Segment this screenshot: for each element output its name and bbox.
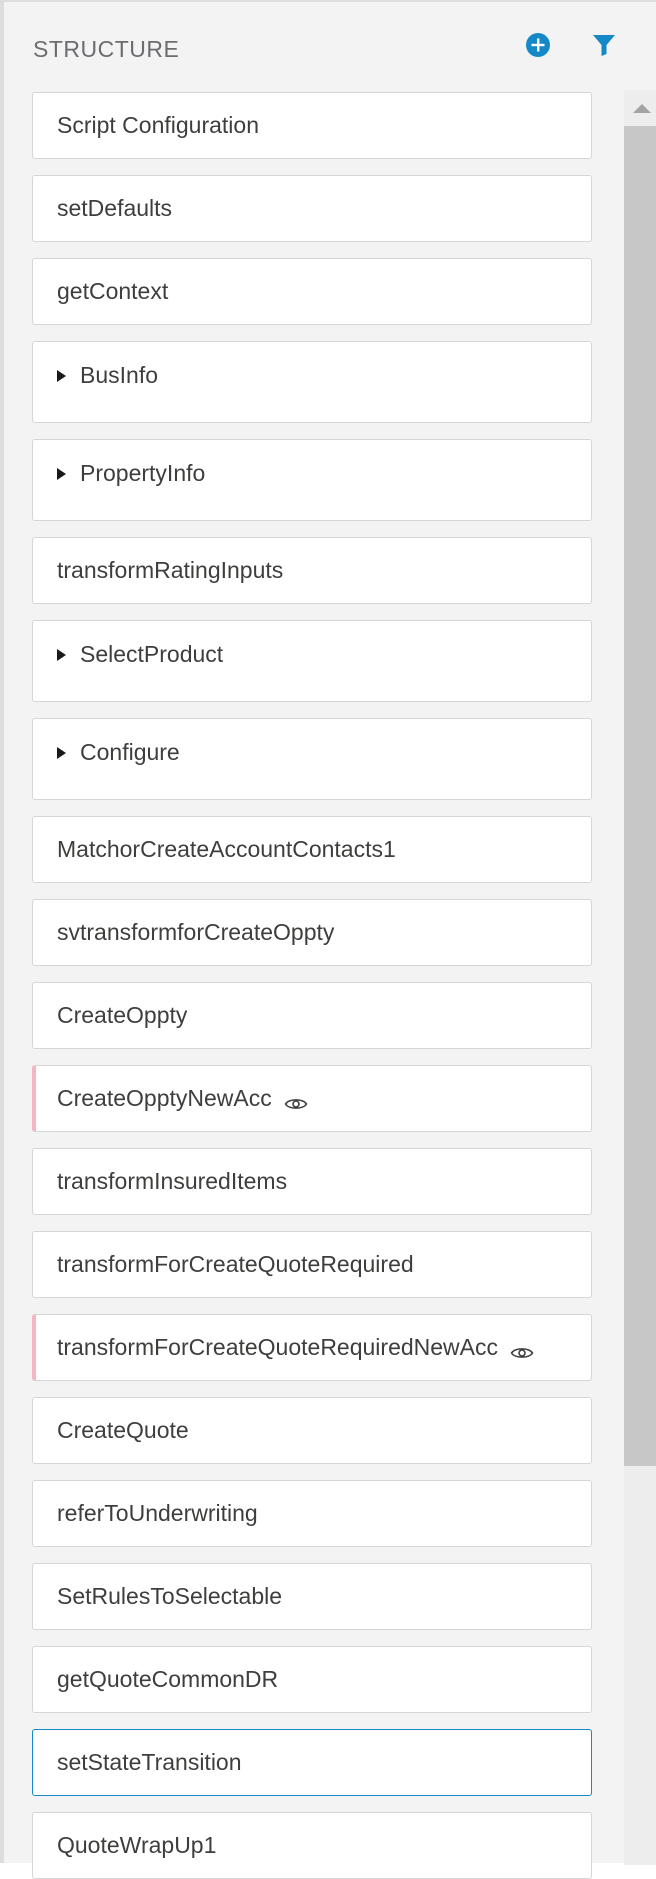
step-label: transformRatingInputs [57, 557, 284, 583]
eye-icon [510, 1340, 534, 1358]
plus-circle-icon[interactable] [525, 32, 551, 58]
step-label: CreateQuote [57, 1417, 189, 1443]
caret-right-icon[interactable] [57, 468, 66, 480]
structure-step-item[interactable]: setDefaults [32, 175, 592, 242]
scroll-thumb[interactable] [624, 126, 656, 1466]
structure-step-item[interactable]: SetRulesToSelectable [32, 1563, 592, 1630]
panel-title: STRUCTURE [33, 36, 180, 62]
structure-step-item[interactable]: getContext [32, 258, 592, 325]
structure-header: STRUCTURE [4, 2, 656, 92]
step-label: SetRulesToSelectable [57, 1583, 283, 1609]
caret-right-icon[interactable] [57, 649, 66, 661]
step-label: MatchorCreateAccountContacts1 [57, 836, 396, 862]
step-label: SelectProduct [80, 641, 224, 667]
step-label: referToUnderwriting [57, 1500, 258, 1526]
structure-step-item[interactable]: transformRatingInputs [32, 537, 592, 604]
step-label: svtransformforCreateOppty [57, 919, 335, 945]
eye-icon [284, 1091, 308, 1109]
structure-step-item[interactable]: MatchorCreateAccountContacts1 [32, 816, 592, 883]
structure-step-item[interactable]: CreateQuote [32, 1397, 592, 1464]
structure-step-item[interactable]: Script Configuration [32, 92, 592, 159]
structure-step-item[interactable]: CreateOppty [32, 982, 592, 1049]
structure-step-item[interactable]: referToUnderwriting [32, 1480, 592, 1547]
filter-icon[interactable] [591, 32, 617, 58]
structure-block-item[interactable]: PropertyInfo [32, 439, 592, 521]
structure-step-item[interactable]: transformForCreateQuoteRequired [32, 1231, 592, 1298]
step-label: PropertyInfo [80, 460, 206, 486]
step-label: CreateOpptyNewAcc [57, 1085, 272, 1111]
step-label: transformInsuredItems [57, 1168, 288, 1194]
structure-step-item[interactable]: svtransformforCreateOppty [32, 899, 592, 966]
structure-step-item[interactable]: QuoteWrapUp1 [32, 1812, 592, 1879]
step-label: BusInfo [80, 362, 158, 388]
step-label: Configure [80, 739, 180, 765]
step-label: CreateOppty [57, 1002, 188, 1028]
structure-block-item[interactable]: Configure [32, 718, 592, 800]
structure-block-item[interactable]: SelectProduct [32, 620, 592, 702]
step-label: setDefaults [57, 195, 173, 221]
structure-step-item[interactable]: transformForCreateQuoteRequiredNewAcc [32, 1314, 592, 1381]
step-label: getContext [57, 278, 169, 304]
step-label: QuoteWrapUp1 [57, 1832, 217, 1858]
caret-right-icon[interactable] [57, 747, 66, 759]
structure-panel: STRUCTURE Script Configuration setDefault… [0, 0, 656, 1879]
structure-step-item[interactable]: setStateTransition [32, 1729, 592, 1796]
structure-block-item[interactable]: BusInfo [32, 341, 592, 423]
step-label: setStateTransition [57, 1749, 242, 1775]
step-label: transformForCreateQuoteRequired [57, 1251, 414, 1277]
scroll-up-arrow-icon[interactable] [624, 90, 656, 126]
structure-step-item[interactable]: getQuoteCommonDR [32, 1646, 592, 1713]
step-label: transformForCreateQuoteRequiredNewAcc [57, 1334, 499, 1360]
scrollbar[interactable] [624, 90, 656, 1865]
structure-step-item[interactable]: CreateOpptyNewAcc [32, 1065, 592, 1132]
structure-step-item[interactable]: transformInsuredItems [32, 1148, 592, 1215]
step-label: Script Configuration [57, 112, 259, 138]
step-label: getQuoteCommonDR [57, 1666, 279, 1692]
caret-right-icon[interactable] [57, 370, 66, 382]
